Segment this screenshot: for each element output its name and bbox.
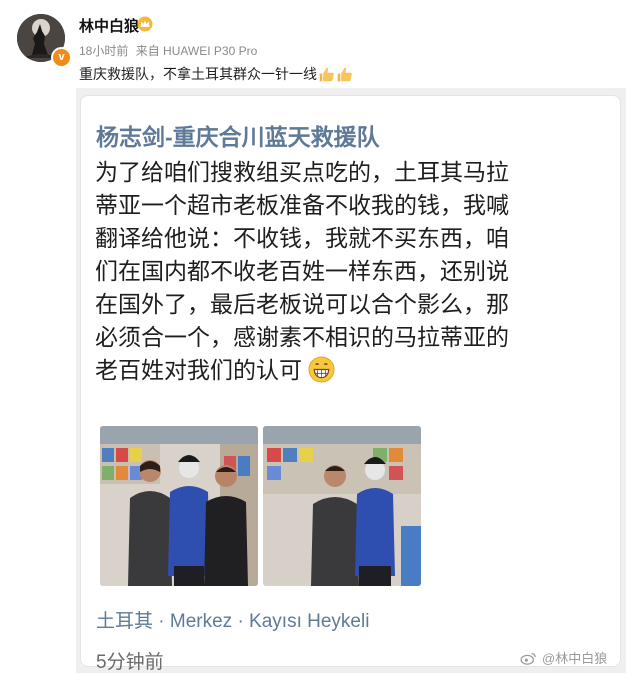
embedded-author[interactable]: 杨志剑-重庆合川蓝天救援队: [96, 118, 380, 152]
photo-thumbnail[interactable]: [100, 426, 258, 586]
post-text: 重庆救援队，不拿土耳其群众一针一线: [79, 66, 317, 82]
grinning-face-icon: [308, 356, 335, 383]
crown-icon: [137, 16, 153, 32]
photo-thumbnail[interactable]: [263, 426, 421, 586]
body-line: 老百姓对我们的认可: [95, 357, 302, 383]
thumbs-up-icon: [319, 67, 334, 81]
body-line: 在国外了，最后老板说可以合个影么，那: [95, 291, 509, 317]
body-line: 们在国内都不收老百姓一样东西，还别说: [95, 258, 509, 284]
post-time: 18小时前: [79, 44, 129, 58]
embedded-time: 5分钟前: [96, 652, 164, 673]
post-text-line: 重庆救援队，不拿土耳其群众一针一线: [79, 64, 353, 84]
watermark-text: @林中白狼: [542, 651, 608, 666]
body-line: 为了给咱们搜救组买点吃的，土耳其马拉: [95, 159, 509, 185]
embedded-screenshot[interactable]: 杨志剑-重庆合川蓝天救援队 为了给咱们搜救组买点吃的，土耳其马拉 蒂亚一个超市老…: [76, 88, 626, 673]
post-meta: 18小时前 来自 HUAWEI P30 Pro: [79, 42, 261, 59]
verified-v-icon: v: [51, 47, 72, 68]
username[interactable]: 林中白狼: [79, 15, 139, 36]
location-tag[interactable]: 土耳其 · Merkez · Kayısı Heykeli: [96, 606, 369, 633]
group-photo-image: [100, 426, 258, 586]
body-line: 蒂亚一个超市老板准备不收我的钱，我喊: [95, 192, 509, 218]
embedded-body: 为了给咱们搜救组买点吃的，土耳其马拉 蒂亚一个超市老板准备不收我的钱，我喊 翻译…: [95, 156, 600, 387]
body-line: 翻译给他说：不收钱，我就不买东西，咱: [95, 225, 509, 251]
duo-photo-image: [263, 426, 421, 586]
body-line: 必须合一个，感谢素不相识的马拉蒂亚的: [95, 324, 509, 350]
weibo-icon: [520, 652, 536, 665]
thumbs-up-icon: [337, 67, 352, 81]
body-line-last: 老百姓对我们的认可: [95, 354, 600, 387]
post-source: 来自 HUAWEI P30 Pro: [135, 44, 258, 58]
watermark: @林中白狼: [520, 648, 607, 667]
embedded-post-card: 杨志剑-重庆合川蓝天救援队 为了给咱们搜救组买点吃的，土耳其马拉 蒂亚一个超市老…: [80, 95, 621, 673]
